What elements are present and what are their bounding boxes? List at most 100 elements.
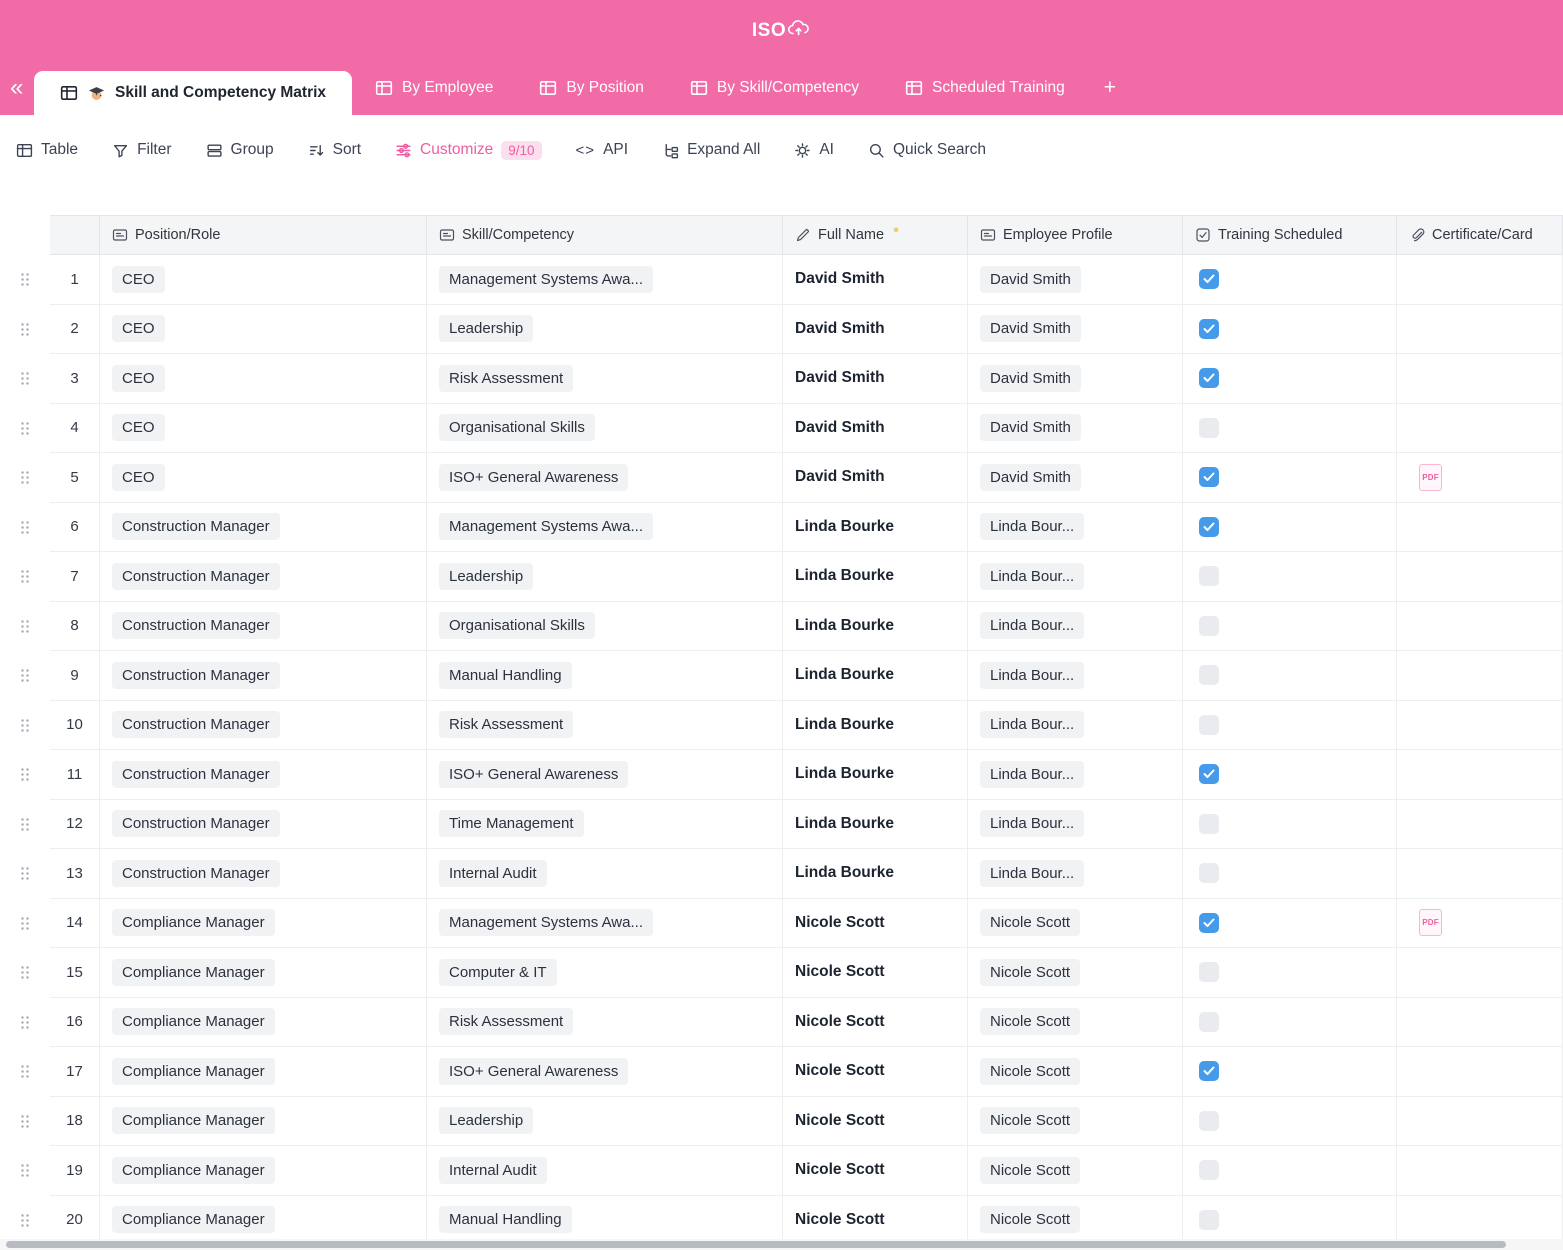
training-scheduled-cell[interactable]: [1183, 1196, 1397, 1246]
ai-button[interactable]: AI: [794, 141, 834, 159]
position-role-cell[interactable]: Construction Manager: [100, 750, 427, 800]
drag-handle-icon[interactable]: [20, 1064, 30, 1079]
collapse-sidebar-button[interactable]: «: [4, 74, 29, 102]
certificate-card-cell[interactable]: PDF: [1397, 899, 1563, 949]
training-scheduled-cell[interactable]: [1183, 948, 1397, 998]
drag-handle-icon[interactable]: [20, 322, 30, 337]
position-role-cell[interactable]: Construction Manager: [100, 701, 427, 751]
employee-profile-cell[interactable]: Linda Bour...: [968, 750, 1183, 800]
training-checkbox[interactable]: [1199, 962, 1219, 982]
training-checkbox[interactable]: [1199, 616, 1219, 636]
drag-handle-icon[interactable]: [20, 1213, 30, 1228]
training-checkbox[interactable]: [1199, 665, 1219, 685]
full-name-cell[interactable]: Nicole Scott: [783, 1047, 968, 1097]
training-checkbox[interactable]: [1199, 1111, 1219, 1131]
skill-competency-cell[interactable]: Organisational Skills: [427, 404, 783, 454]
skill-competency-cell[interactable]: Management Systems Awa...: [427, 503, 783, 553]
certificate-card-cell[interactable]: [1397, 651, 1563, 701]
scrollbar-thumb[interactable]: [6, 1241, 1506, 1248]
skill-competency-cell[interactable]: ISO+ General Awareness: [427, 1047, 783, 1097]
employee-profile-cell[interactable]: David Smith: [968, 255, 1183, 305]
skill-competency-cell[interactable]: ISO+ General Awareness: [427, 750, 783, 800]
certificate-card-cell[interactable]: [1397, 354, 1563, 404]
pdf-attachment-badge[interactable]: PDF: [1419, 464, 1442, 491]
drag-handle-icon[interactable]: [20, 866, 30, 881]
certificate-card-cell[interactable]: [1397, 1196, 1563, 1246]
drag-handle-icon[interactable]: [20, 272, 30, 287]
employee-profile-cell[interactable]: Nicole Scott: [968, 899, 1183, 949]
full-name-cell[interactable]: Linda Bourke: [783, 651, 968, 701]
training-scheduled-cell[interactable]: [1183, 552, 1397, 602]
employee-profile-cell[interactable]: Nicole Scott: [968, 1097, 1183, 1147]
certificate-card-cell[interactable]: [1397, 800, 1563, 850]
header-skill-competency[interactable]: Skill/Competency: [427, 215, 783, 255]
row-number-cell[interactable]: 10: [50, 701, 100, 751]
drag-handle-icon[interactable]: [20, 718, 30, 733]
employee-profile-cell[interactable]: David Smith: [968, 305, 1183, 355]
employee-profile-cell[interactable]: Linda Bour...: [968, 602, 1183, 652]
row-number-cell[interactable]: 4: [50, 404, 100, 454]
training-checkbox[interactable]: [1199, 913, 1219, 933]
position-role-cell[interactable]: CEO: [100, 255, 427, 305]
training-checkbox[interactable]: [1199, 517, 1219, 537]
drag-handle-icon[interactable]: [20, 371, 30, 386]
full-name-cell[interactable]: Linda Bourke: [783, 800, 968, 850]
header-certificate-card[interactable]: Certificate/Card: [1397, 215, 1563, 255]
skill-competency-cell[interactable]: Internal Audit: [427, 849, 783, 899]
table-view-button[interactable]: Table: [16, 141, 78, 159]
row-number-cell[interactable]: 9: [50, 651, 100, 701]
skill-competency-cell[interactable]: Leadership: [427, 1097, 783, 1147]
certificate-card-cell[interactable]: [1397, 998, 1563, 1048]
drag-handle-icon[interactable]: [20, 767, 30, 782]
row-number-cell[interactable]: 13: [50, 849, 100, 899]
position-role-cell[interactable]: Construction Manager: [100, 849, 427, 899]
tab-skill-competency-matrix[interactable]: Skill and Competency Matrix: [34, 71, 352, 115]
full-name-cell[interactable]: David Smith: [783, 404, 968, 454]
position-role-cell[interactable]: CEO: [100, 354, 427, 404]
row-number-cell[interactable]: 20: [50, 1196, 100, 1246]
training-checkbox[interactable]: [1199, 269, 1219, 289]
skill-competency-cell[interactable]: Manual Handling: [427, 651, 783, 701]
drag-handle-icon[interactable]: [20, 470, 30, 485]
certificate-card-cell[interactable]: [1397, 404, 1563, 454]
certificate-card-cell[interactable]: [1397, 701, 1563, 751]
position-role-cell[interactable]: Construction Manager: [100, 602, 427, 652]
skill-competency-cell[interactable]: ISO+ General Awareness: [427, 453, 783, 503]
header-training-scheduled[interactable]: Training Scheduled: [1183, 215, 1397, 255]
training-checkbox[interactable]: [1199, 764, 1219, 784]
training-scheduled-cell[interactable]: [1183, 1047, 1397, 1097]
training-checkbox[interactable]: [1199, 1012, 1219, 1032]
row-number-cell[interactable]: 16: [50, 998, 100, 1048]
row-number-cell[interactable]: 7: [50, 552, 100, 602]
drag-handle-icon[interactable]: [20, 1114, 30, 1129]
full-name-cell[interactable]: David Smith: [783, 453, 968, 503]
training-scheduled-cell[interactable]: [1183, 701, 1397, 751]
full-name-cell[interactable]: Linda Bourke: [783, 503, 968, 553]
drag-handle-icon[interactable]: [20, 421, 30, 436]
training-scheduled-cell[interactable]: [1183, 651, 1397, 701]
full-name-cell[interactable]: Nicole Scott: [783, 998, 968, 1048]
full-name-cell[interactable]: Nicole Scott: [783, 948, 968, 998]
position-role-cell[interactable]: Compliance Manager: [100, 1097, 427, 1147]
row-number-cell[interactable]: 18: [50, 1097, 100, 1147]
drag-handle-icon[interactable]: [20, 916, 30, 931]
training-checkbox[interactable]: [1199, 368, 1219, 388]
training-scheduled-cell[interactable]: [1183, 750, 1397, 800]
row-number-cell[interactable]: 2: [50, 305, 100, 355]
quick-search-button[interactable]: Quick Search: [868, 141, 986, 159]
group-button[interactable]: Group: [206, 141, 274, 159]
certificate-card-cell[interactable]: [1397, 602, 1563, 652]
drag-handle-icon[interactable]: [20, 965, 30, 980]
employee-profile-cell[interactable]: David Smith: [968, 404, 1183, 454]
row-number-cell[interactable]: 12: [50, 800, 100, 850]
row-number-cell[interactable]: 5: [50, 453, 100, 503]
add-view-button[interactable]: +: [1088, 76, 1132, 100]
position-role-cell[interactable]: Compliance Manager: [100, 1146, 427, 1196]
position-role-cell[interactable]: CEO: [100, 453, 427, 503]
drag-handle-icon[interactable]: [20, 619, 30, 634]
skill-competency-cell[interactable]: Leadership: [427, 552, 783, 602]
training-scheduled-cell[interactable]: [1183, 1097, 1397, 1147]
training-scheduled-cell[interactable]: [1183, 849, 1397, 899]
training-scheduled-cell[interactable]: [1183, 255, 1397, 305]
position-role-cell[interactable]: Construction Manager: [100, 800, 427, 850]
